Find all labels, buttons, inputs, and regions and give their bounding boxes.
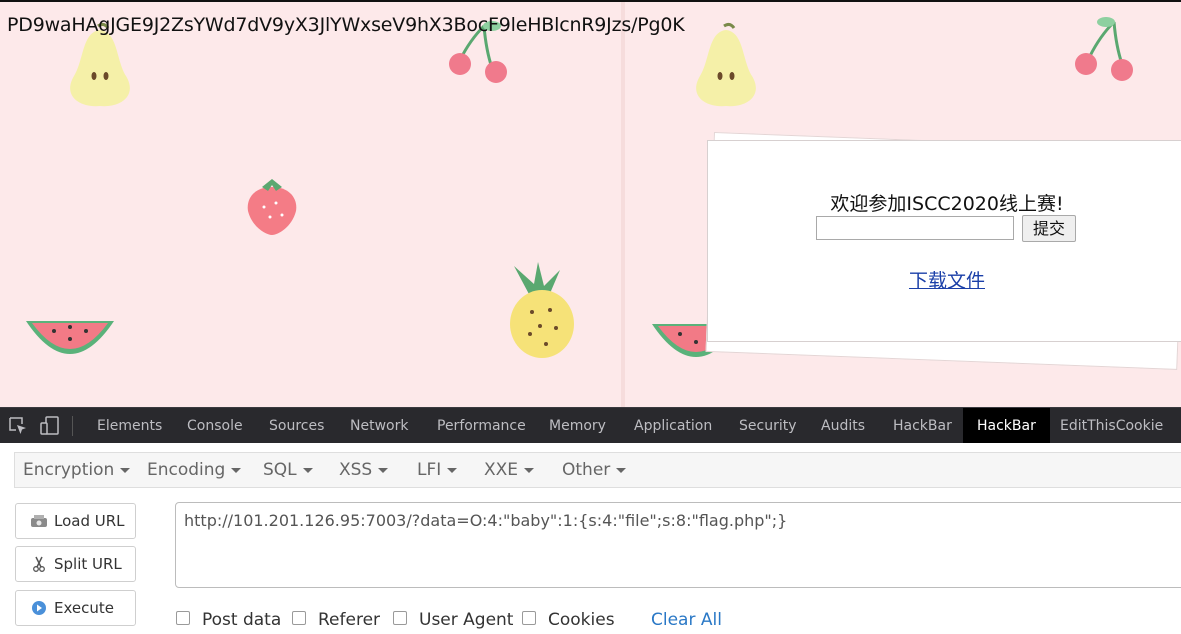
pear-icon (696, 22, 756, 107)
menu-lfi[interactable]: LFI (417, 453, 458, 487)
tab-hackbar[interactable]: HackBar (889, 408, 956, 444)
tab-application[interactable]: Application (630, 408, 716, 444)
cookies-label: Cookies (548, 610, 615, 630)
inspect-element-icon[interactable] (8, 416, 28, 436)
tab-editthiscookie[interactable]: EditThisCookie (1056, 408, 1167, 444)
submit-button[interactable]: 提交 (1022, 215, 1076, 242)
execute-label: Execute (54, 599, 114, 617)
scissors-icon (33, 556, 45, 572)
menu-xxe-label: XXE (484, 460, 519, 480)
referer-option[interactable]: Referer (292, 610, 380, 630)
referer-label: Referer (318, 610, 381, 630)
caret-down-icon (120, 467, 131, 473)
play-icon (32, 601, 46, 615)
login-card: 欢迎参加ISCC2020线上赛! 提交 下载文件 (707, 140, 1181, 342)
tab-network[interactable]: Network (346, 408, 412, 444)
device-toggle-icon[interactable] (40, 416, 60, 436)
caret-down-icon (524, 467, 535, 473)
execute-button[interactable]: Execute (15, 590, 136, 626)
web-page: PD9waHAgJGE9J2ZsYWd7dV9yX3JlYWxseV9hX3Bo… (0, 0, 1181, 407)
caret-down-icon (447, 467, 458, 473)
pineapple-icon (510, 262, 574, 358)
menu-xxe[interactable]: XXE (484, 453, 535, 487)
menu-sql-label: SQL (263, 460, 297, 480)
menu-encoding[interactable]: Encoding (147, 453, 242, 487)
tab-elements[interactable]: Elements (93, 408, 166, 444)
post-data-option[interactable]: Post data (176, 610, 281, 630)
load-url-label: Load URL (54, 512, 125, 530)
menu-other-label: Other (562, 460, 611, 480)
hackbar-panel: Encryption Encoding SQL XSS LFI XXE Othe… (0, 443, 1181, 634)
caret-down-icon (616, 467, 627, 473)
tab-audits[interactable]: Audits (817, 408, 869, 444)
tab-performance[interactable]: Performance (433, 408, 530, 444)
user-agent-checkbox[interactable] (393, 611, 407, 625)
cookies-option[interactable]: Cookies (522, 610, 615, 630)
url-textarea[interactable]: http://101.201.126.95:7003/?data=O:4:"ba… (175, 502, 1181, 588)
devtools-toolbar: Elements Console Sources Network Perform… (0, 407, 1181, 444)
hackbar-menubar: Encryption Encoding SQL XSS LFI XXE Othe… (14, 452, 1181, 488)
menu-lfi-label: LFI (417, 460, 442, 480)
tab-memory[interactable]: Memory (545, 408, 610, 444)
download-file-link[interactable]: 下载文件 (708, 266, 1181, 293)
tab-sources[interactable]: Sources (265, 408, 328, 444)
cookies-checkbox[interactable] (522, 611, 536, 625)
url-text: http://101.201.126.95:7003/?data=O:4:"ba… (184, 511, 788, 530)
post-data-checkbox[interactable] (176, 611, 190, 625)
user-agent-option[interactable]: User Agent (393, 610, 513, 630)
cherry-icon (1075, 17, 1133, 81)
split-url-button[interactable]: Split URL (15, 546, 136, 582)
post-data-label: Post data (202, 610, 282, 630)
user-agent-label: User Agent (419, 610, 514, 630)
tab-console[interactable]: Console (183, 408, 247, 444)
caret-down-icon (231, 467, 242, 473)
clear-all-link[interactable]: Clear All (651, 610, 722, 630)
menu-xss[interactable]: XSS (339, 453, 389, 487)
menu-sql[interactable]: SQL (263, 453, 313, 487)
toolbar-divider (72, 416, 73, 436)
menu-encryption-label: Encryption (23, 460, 115, 480)
load-url-button[interactable]: Load URL (15, 503, 136, 539)
watermelon-icon (26, 321, 114, 354)
data-input[interactable] (816, 216, 1014, 240)
menu-encoding-label: Encoding (147, 460, 226, 480)
referer-checkbox[interactable] (292, 611, 306, 625)
caret-down-icon (378, 467, 389, 473)
encoded-text: PD9waHAgJGE9J2ZsYWd7dV9yX3JlYWxseV9hX3Bo… (7, 14, 685, 36)
tab-security[interactable]: Security (735, 408, 801, 444)
split-url-label: Split URL (54, 555, 122, 573)
menu-other[interactable]: Other (562, 453, 627, 487)
caret-down-icon (302, 467, 313, 473)
menu-encryption[interactable]: Encryption (23, 453, 131, 487)
strawberry-icon (247, 179, 297, 235)
welcome-heading: 欢迎参加ISCC2020线上赛! (830, 193, 1064, 215)
load-url-icon (31, 515, 47, 527)
background-seam (621, 2, 625, 407)
tab-hackbar-active[interactable]: HackBar (963, 408, 1050, 444)
menu-xss-label: XSS (339, 460, 373, 480)
